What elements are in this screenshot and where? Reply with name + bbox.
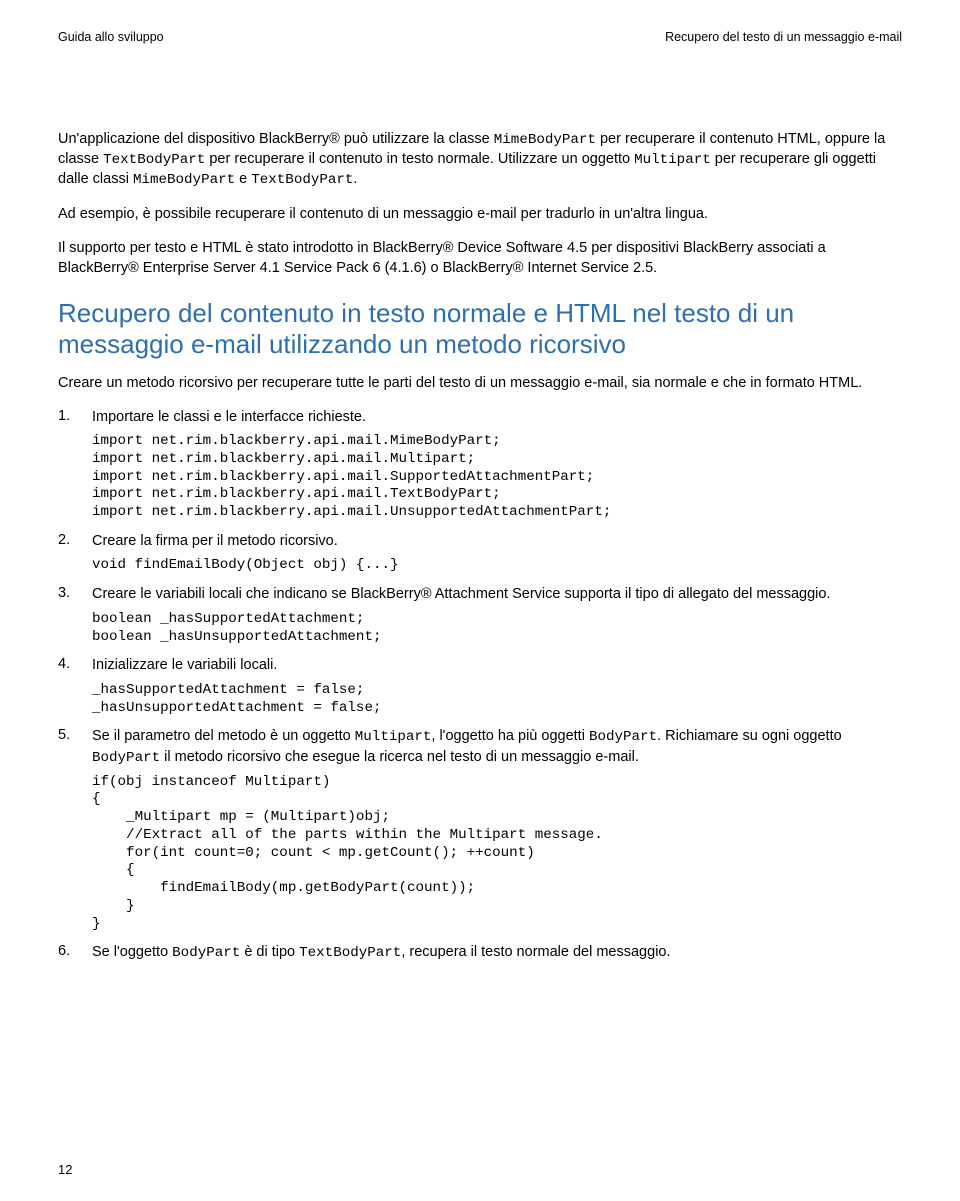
step-4: Inizializzare le variabili locali. _hasS… [58,656,902,717]
step-5-mono-3: BodyPart [92,750,160,766]
section-title: Recupero del contenuto in testo normale … [58,298,902,359]
step-6-text-c: , recupera il testo normale del messaggi… [401,944,670,960]
page-number: 12 [58,1162,72,1177]
step-1-text: Importare le classi e le interfacce rich… [92,408,902,428]
p1-text-e: e [235,171,251,187]
p1-mono-4: MimeBodyPart [133,172,235,188]
p1-mono-1: MimeBodyPart [494,132,596,148]
step-2-code: void findEmailBody(Object obj) {...} [92,557,902,575]
step-6-mono-1: BodyPart [172,945,240,961]
step-5-text: Se il parametro del metodo è un oggetto … [92,727,902,767]
step-5-text-b: , l'oggetto ha più oggetti [431,728,589,744]
paragraph-1: Un'applicazione del dispositivo BlackBer… [58,130,902,191]
header-left: Guida allo sviluppo [58,30,164,44]
p1-text-c: per recuperare il contenuto in testo nor… [205,151,634,167]
step-3: Creare le variabili locali che indicano … [58,585,902,646]
step-3-code: boolean _hasSupportedAttachment; boolean… [92,611,902,647]
step-4-text: Inizializzare le variabili locali. [92,656,902,676]
p1-mono-3: Multipart [634,152,711,168]
page-header: Guida allo sviluppo Recupero del testo d… [58,30,902,44]
paragraph-3: Il supporto per testo e HTML è stato int… [58,239,902,278]
steps-list: Importare le classi e le interfacce rich… [58,408,902,964]
step-6-text: Se l'oggetto BodyPart è di tipo TextBody… [92,943,902,963]
header-right: Recupero del testo di un messaggio e-mai… [665,30,902,44]
step-2: Creare la firma per il metodo ricorsivo.… [58,532,902,575]
p1-text-a: Un'applicazione del dispositivo BlackBer… [58,131,494,147]
step-5-mono-2: BodyPart [589,729,657,745]
page-container: Guida allo sviluppo Recupero del testo d… [0,0,960,1201]
step-1: Importare le classi e le interfacce rich… [58,408,902,522]
step-1-code: import net.rim.blackberry.api.mail.MimeB… [92,433,902,522]
step-5-mono-1: Multipart [355,729,432,745]
step-6-mono-2: TextBodyPart [299,945,401,961]
step-4-code: _hasSupportedAttachment = false; _hasUns… [92,682,902,718]
step-6-text-a: Se l'oggetto [92,944,172,960]
p1-text-f: . [353,171,357,187]
section-intro: Creare un metodo ricorsivo per recuperar… [58,374,902,394]
step-6: Se l'oggetto BodyPart è di tipo TextBody… [58,943,902,963]
step-5-text-a: Se il parametro del metodo è un oggetto [92,728,355,744]
paragraph-2: Ad esempio, è possibile recuperare il co… [58,205,902,225]
step-5-text-c: . Richiamare su ogni oggetto [657,728,842,744]
p1-mono-5: TextBodyPart [251,172,353,188]
step-3-text: Creare le variabili locali che indicano … [92,585,902,605]
step-5-text-d: il metodo ricorsivo che esegue la ricerc… [160,749,639,765]
step-2-text: Creare la firma per il metodo ricorsivo. [92,532,902,552]
p1-mono-2: TextBodyPart [103,152,205,168]
step-5: Se il parametro del metodo è un oggetto … [58,727,902,933]
step-5-code: if(obj instanceof Multipart) { _Multipar… [92,774,902,934]
step-6-text-b: è di tipo [240,944,299,960]
